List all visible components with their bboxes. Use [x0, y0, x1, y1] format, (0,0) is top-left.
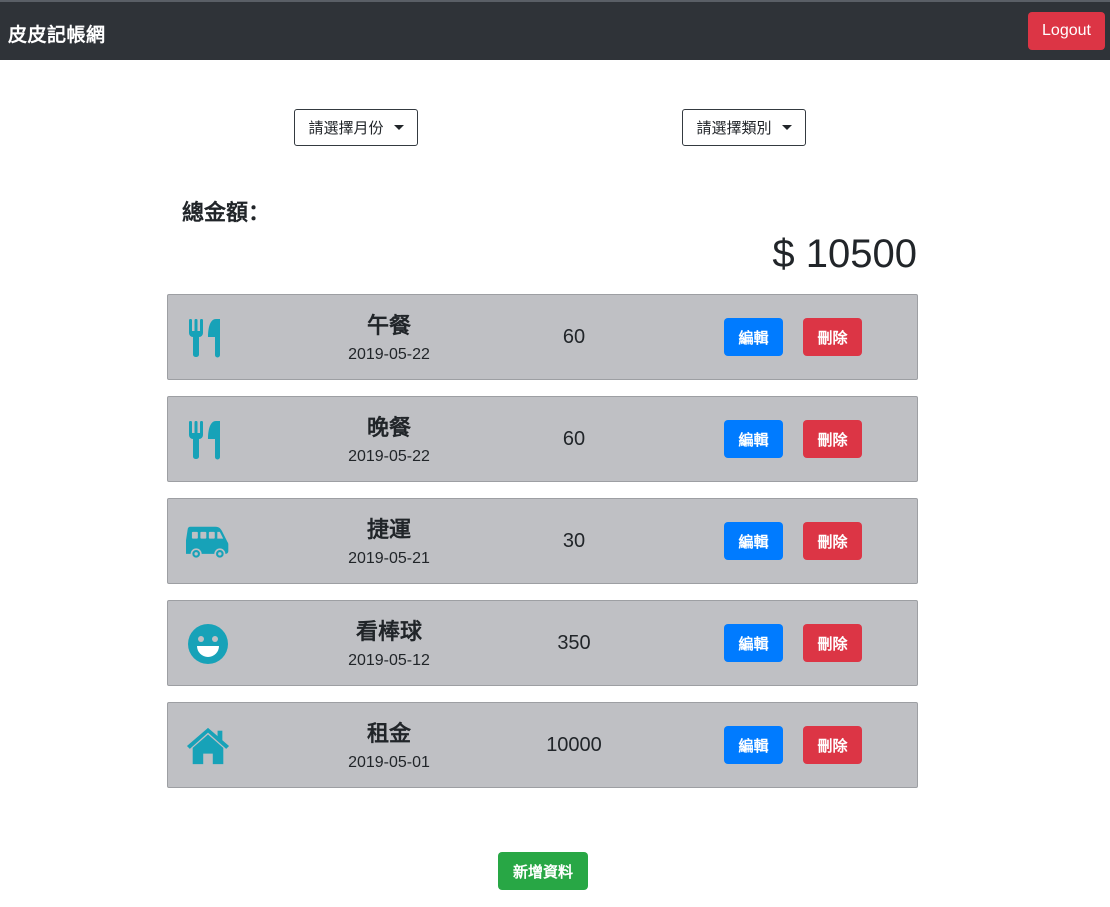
record-row: 捷運 2019-05-21 30 編輯 刪除: [167, 498, 918, 584]
top-navbar: 皮皮記帳網 Logout: [0, 0, 1110, 60]
edit-button[interactable]: 編輯: [724, 726, 783, 764]
record-amount: 10000: [546, 734, 602, 756]
add-record-button[interactable]: 新增資料: [498, 852, 588, 890]
record-date: 2019-05-22: [348, 448, 430, 465]
delete-button[interactable]: 刪除: [803, 318, 862, 356]
record-date: 2019-05-01: [348, 754, 430, 771]
edit-button[interactable]: 編輯: [724, 522, 783, 560]
record-row: 看棒球 2019-05-12 350 編輯 刪除: [167, 600, 918, 686]
delete-button[interactable]: 刪除: [803, 624, 862, 662]
category-dropdown[interactable]: 請選擇類別: [682, 109, 806, 146]
total-amount: $ 10500: [772, 232, 917, 276]
record-amount: 350: [557, 632, 591, 654]
month-dropdown-label: 請選擇月份: [308, 120, 384, 137]
utensils-icon: [186, 317, 230, 359]
caret-down-icon: [781, 125, 792, 130]
logout-button[interactable]: Logout: [1028, 12, 1105, 50]
record-name: 捷運: [366, 517, 411, 542]
total-label: 總金額：: [182, 200, 271, 225]
record-name: 看棒球: [355, 619, 422, 644]
edit-button[interactable]: 編輯: [724, 318, 783, 356]
record-amount: 60: [562, 326, 586, 348]
delete-button[interactable]: 刪除: [803, 420, 862, 458]
record-amount: 60: [562, 428, 586, 450]
edit-button[interactable]: 編輯: [724, 624, 783, 662]
record-date: 2019-05-22: [348, 346, 430, 363]
month-dropdown[interactable]: 請選擇月份: [294, 109, 418, 146]
utensils-icon: [186, 419, 230, 461]
brand-title[interactable]: 皮皮記帳網: [8, 20, 106, 47]
delete-button[interactable]: 刪除: [803, 726, 862, 764]
record-row: 午餐 2019-05-22 60 編輯 刪除: [167, 294, 918, 380]
category-dropdown-label: 請選擇類別: [696, 120, 772, 137]
record-name: 午餐: [366, 313, 411, 338]
bus-icon: [186, 521, 230, 563]
record-amount: 30: [562, 530, 586, 552]
record-row: 租金 2019-05-01 10000 編輯 刪除: [167, 702, 918, 788]
record-date: 2019-05-12: [348, 652, 430, 669]
smile-icon: [186, 623, 230, 665]
record-row: 晚餐 2019-05-22 60 編輯 刪除: [167, 396, 918, 482]
record-name: 晚餐: [366, 415, 411, 440]
edit-button[interactable]: 編輯: [724, 420, 783, 458]
caret-down-icon: [393, 125, 404, 130]
record-name: 租金: [366, 721, 411, 746]
delete-button[interactable]: 刪除: [803, 522, 862, 560]
home-icon: [186, 725, 230, 767]
record-date: 2019-05-21: [348, 550, 430, 567]
